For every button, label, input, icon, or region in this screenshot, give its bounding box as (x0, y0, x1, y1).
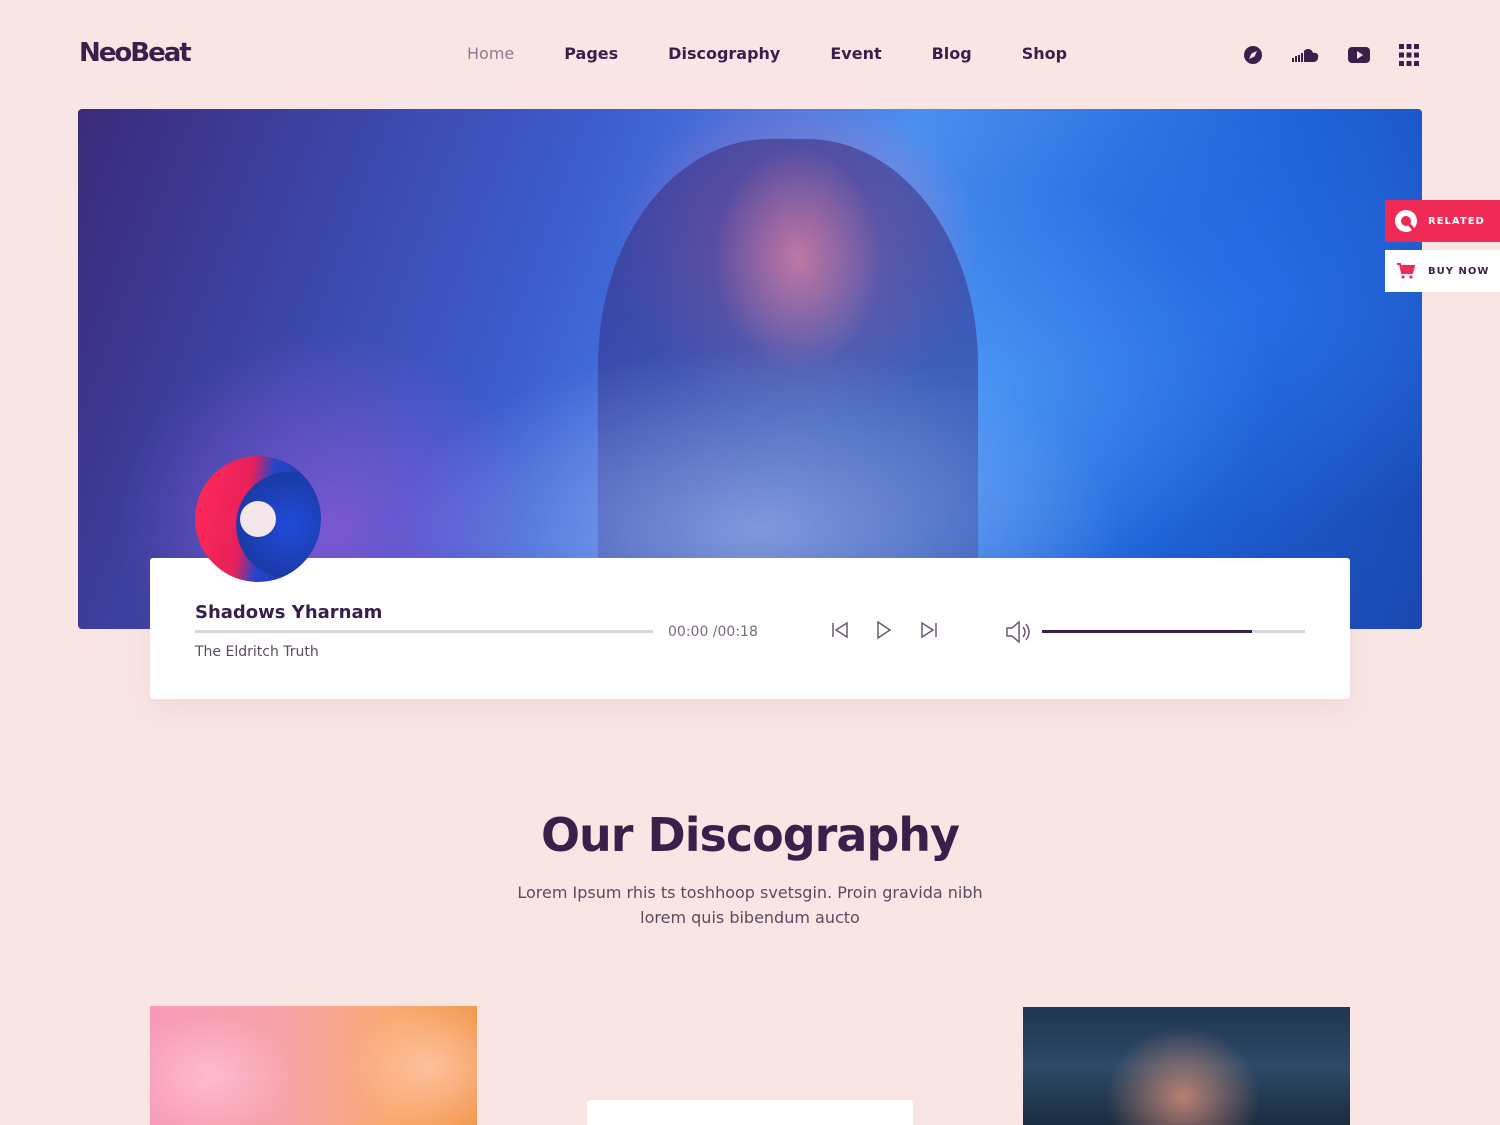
album-card-image[interactable] (150, 1006, 477, 1125)
social-links (1214, 44, 1420, 66)
nav-blog[interactable]: Blog (932, 44, 972, 63)
related-label: RELATED (1428, 215, 1485, 227)
album-card[interactable] (587, 1100, 913, 1125)
album-card-image[interactable] (1023, 1007, 1350, 1125)
play-icon (875, 620, 893, 645)
volume-icon[interactable] (1004, 617, 1034, 647)
volume-slider[interactable] (1042, 630, 1305, 633)
track-title: Shadows Yharnam (195, 602, 383, 623)
related-tab[interactable]: RELATED (1385, 200, 1500, 242)
soundcloud-icon[interactable] (1292, 44, 1320, 66)
youtube-icon[interactable] (1348, 44, 1370, 66)
buy-now-tab[interactable]: BUY NOW (1385, 250, 1500, 292)
logo[interactable]: NeoBeat (79, 38, 192, 68)
track-artist: The Eldritch Truth (195, 644, 319, 660)
track-time: 00:00 /00:18 (668, 624, 758, 640)
volume-level (1042, 630, 1253, 633)
nav-home[interactable]: Home (467, 44, 514, 63)
buy-now-label: BUY NOW (1428, 265, 1490, 277)
section-subtitle: Lorem Ipsum rhis ts toshhoop svetsgin. P… (517, 883, 983, 927)
next-icon (919, 620, 939, 645)
section-title: Our Discography (540, 808, 960, 862)
nav-discography[interactable]: Discography (668, 44, 780, 63)
related-icon (1394, 209, 1418, 233)
compass-icon[interactable] (1242, 44, 1264, 66)
album-cover-center (240, 501, 276, 537)
previous-icon (830, 620, 850, 645)
main-nav: Home Pages Discography Event Blog Shop (467, 44, 1117, 63)
album-cover (195, 456, 321, 582)
progress-bar[interactable] (195, 630, 653, 633)
next-button[interactable] (917, 620, 941, 644)
nav-event[interactable]: Event (830, 44, 881, 63)
nav-pages[interactable]: Pages (564, 44, 618, 63)
site-header: NeoBeat Home Pages Discography Event Blo… (0, 0, 1500, 109)
cart-icon (1394, 259, 1418, 283)
previous-button[interactable] (828, 620, 852, 644)
nav-shop[interactable]: Shop (1022, 44, 1067, 63)
grid-menu-icon[interactable] (1398, 44, 1420, 66)
play-button[interactable] (872, 620, 896, 644)
